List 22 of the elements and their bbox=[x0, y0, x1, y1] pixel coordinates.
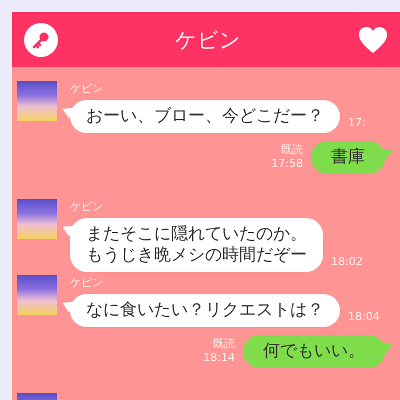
message-text: 書庫 bbox=[331, 147, 365, 168]
message-text: なに食いたい？リクエストは？ bbox=[86, 300, 324, 321]
message-time: 17: bbox=[348, 116, 366, 131]
message-time: 18:02 bbox=[331, 255, 363, 270]
key-icon[interactable] bbox=[24, 22, 58, 56]
chat-title: ケビン bbox=[175, 26, 241, 54]
sender-name: ケビン bbox=[70, 81, 104, 96]
message-text: 何でもいい。 bbox=[263, 341, 365, 362]
message-time: 18:14 bbox=[203, 351, 235, 364]
avatar-photo-placeholder bbox=[17, 81, 57, 121]
avatar-photo-placeholder bbox=[17, 275, 57, 315]
message-time: 17:58 bbox=[271, 157, 303, 170]
message-text: おーい、ブロー、今どこだー？ bbox=[86, 106, 324, 127]
read-receipt: 既読 bbox=[213, 336, 235, 351]
sender-name: ケビン bbox=[70, 199, 104, 214]
read-receipt: 既読 bbox=[281, 142, 303, 157]
message-text: またそこに隠れていたのか。 bbox=[86, 224, 307, 245]
avatar-photo-placeholder bbox=[17, 199, 57, 239]
sender-name: ケビン bbox=[70, 275, 104, 290]
message-text: もうじき晩メシの時間だぞー bbox=[86, 245, 307, 266]
heart-icon[interactable] bbox=[358, 26, 388, 54]
message-time: 18:04 bbox=[348, 310, 380, 325]
